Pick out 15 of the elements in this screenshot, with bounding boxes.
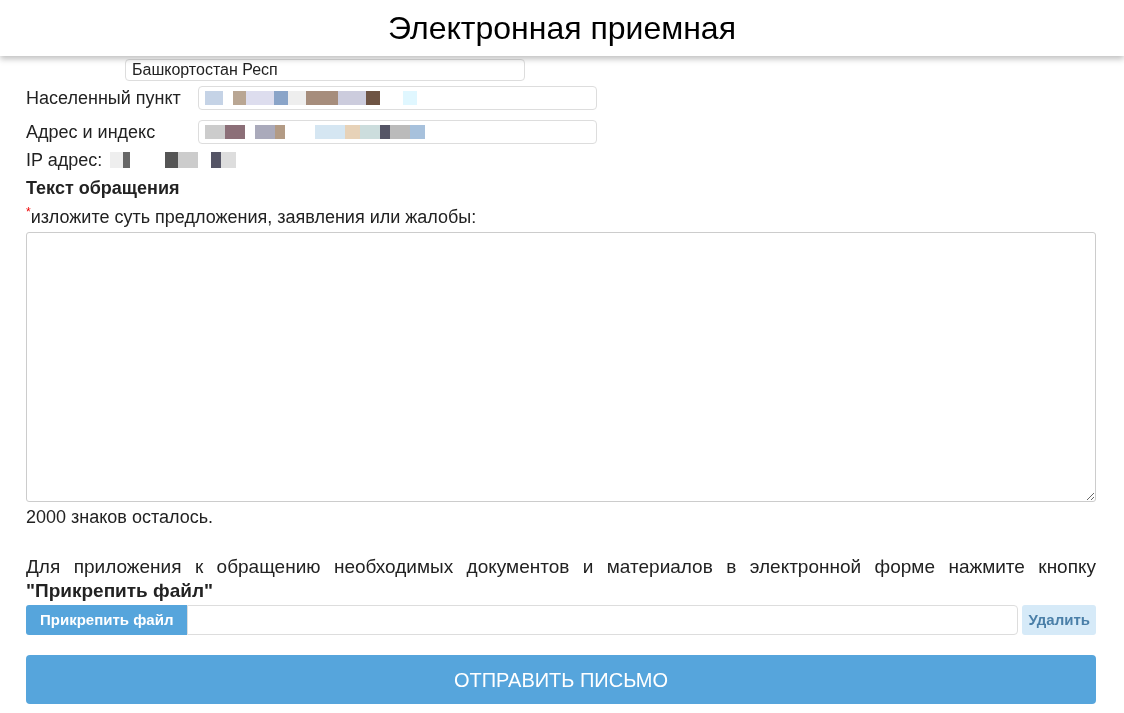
- attachment-note: Для приложения к обращению необходимых документов и материалов в электронной форме нажмите кнопку "Прикрепить файл": [26, 555, 1096, 603]
- file-name-field[interactable]: [187, 605, 1019, 635]
- required-mark: *: [26, 206, 31, 218]
- field-label: Населенный пункт: [26, 86, 182, 110]
- submit-button[interactable]: ОТПРАВИТЬ ПИСЬМО: [26, 655, 1096, 704]
- locality-field[interactable]: [198, 86, 597, 110]
- character-counter: 2000 знаков осталось.: [26, 506, 215, 529]
- attach-file-button[interactable]: Прикрепить файл: [26, 605, 188, 635]
- page-title: Электронная приемная: [388, 9, 736, 48]
- section-heading: Текст обращения: [26, 177, 181, 200]
- field-label: IP адрес:: [26, 148, 103, 172]
- address-field[interactable]: [198, 120, 597, 144]
- field-label: Адрес и индекс: [26, 120, 157, 144]
- field-prompt: изложите суть предложения, заявления или жалобы:: [30, 206, 477, 228]
- region-field[interactable]: Башкортостан Респ: [125, 59, 525, 81]
